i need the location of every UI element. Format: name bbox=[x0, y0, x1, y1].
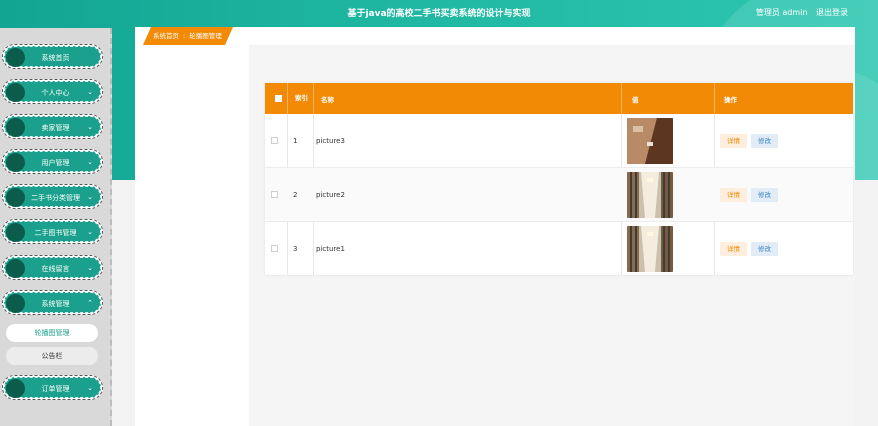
row-index: 2 bbox=[293, 190, 298, 199]
user-label: 管理员 admin bbox=[755, 8, 808, 17]
row-name: picture3 bbox=[316, 136, 345, 145]
sidebar: 系统首页 个人中心 ⌄ 卖家管理 ⌄ 用户管理 ⌄ 二手书分类管理 ⌄ 二手图书… bbox=[0, 28, 112, 426]
sidebar-item-label: 二手图书管理 bbox=[34, 229, 77, 237]
row-checkbox-cell bbox=[271, 222, 278, 275]
sidebar-item-label: 系统首页 bbox=[41, 54, 70, 62]
circle-icon bbox=[6, 259, 25, 278]
row-checkbox[interactable] bbox=[271, 245, 278, 252]
hallway-photo-icon[interactable] bbox=[627, 225, 673, 272]
table-row: 2 picture2 详情 修改 bbox=[265, 168, 853, 222]
sidebar-item-messages[interactable]: 在线留言 ⌄ bbox=[2, 255, 103, 280]
sidebar-subitem-notice[interactable]: 公告栏 bbox=[6, 347, 98, 365]
breadcrumb: 系统首页: 轮播图管理 bbox=[143, 27, 233, 45]
circle-icon bbox=[6, 153, 25, 172]
table-row: 3 picture1 详情 修改 bbox=[265, 222, 853, 276]
chevron-down-icon: ⌄ bbox=[87, 158, 93, 166]
circle-icon bbox=[6, 294, 25, 313]
room-photo-icon[interactable] bbox=[627, 117, 673, 164]
column-header-value: 值 bbox=[632, 95, 639, 104]
hallway-photo-icon[interactable] bbox=[627, 171, 673, 218]
column-header-actions: 操作 bbox=[724, 95, 737, 104]
circle-icon bbox=[6, 379, 25, 398]
column-divider bbox=[313, 83, 314, 114]
row-index: 3 bbox=[293, 244, 298, 253]
chevron-down-icon: ⌄ bbox=[87, 228, 93, 236]
circle-icon bbox=[6, 83, 25, 102]
row-image-cell bbox=[627, 168, 673, 221]
menu-pill: 二手图书管理 ⌄ bbox=[4, 221, 101, 242]
column-header-name: 名称 bbox=[321, 95, 334, 104]
row-name: picture2 bbox=[316, 190, 345, 199]
menu-pill: 个人中心 ⌄ bbox=[4, 81, 101, 102]
circle-icon bbox=[6, 223, 25, 242]
detail-button[interactable]: 详情 bbox=[720, 241, 747, 256]
table-header: 索引 名称 值 操作 bbox=[265, 83, 853, 114]
row-image-cell bbox=[627, 222, 673, 275]
column-divider bbox=[621, 83, 622, 114]
row-checkbox-cell bbox=[271, 114, 278, 167]
column-header-index: 索引 bbox=[295, 94, 308, 102]
sidebar-subitem-carousel[interactable]: 轮播图管理 bbox=[6, 324, 98, 342]
breadcrumb-current: 轮播图管理 bbox=[189, 32, 222, 40]
row-image-cell bbox=[627, 114, 673, 167]
carousel-table: 索引 名称 值 操作 1 picture3 详情 修改 2 picture2 详… bbox=[265, 83, 853, 276]
breadcrumb-separator: : bbox=[183, 32, 186, 40]
menu-pill: 二手书分类管理 ⌄ bbox=[4, 186, 101, 207]
user-info: 管理员 admin 退出登录 bbox=[750, 7, 848, 18]
logout-link[interactable]: 退出登录 bbox=[816, 8, 848, 17]
edit-button[interactable]: 修改 bbox=[751, 133, 778, 148]
detail-button[interactable]: 详情 bbox=[720, 187, 747, 202]
menu-pill: 卖家管理 ⌄ bbox=[4, 116, 101, 137]
row-actions: 详情 修改 bbox=[720, 168, 782, 221]
row-index: 1 bbox=[293, 136, 298, 145]
menu-pill: 系统首页 bbox=[4, 46, 101, 67]
sidebar-item-books[interactable]: 二手图书管理 ⌄ bbox=[2, 219, 103, 244]
chevron-down-icon: ⌄ bbox=[87, 384, 93, 392]
menu-pill: 订单管理 ⌄ bbox=[4, 377, 101, 398]
edit-button[interactable]: 修改 bbox=[751, 241, 778, 256]
breadcrumb-home[interactable]: 系统首页 bbox=[153, 32, 179, 40]
column-divider bbox=[287, 83, 288, 114]
row-checkbox[interactable] bbox=[271, 137, 278, 144]
detail-button[interactable]: 详情 bbox=[720, 133, 747, 148]
row-actions: 详情 修改 bbox=[720, 222, 782, 275]
menu-pill: 用户管理 ⌄ bbox=[4, 151, 101, 172]
row-checkbox[interactable] bbox=[271, 191, 278, 198]
sidebar-item-sellers[interactable]: 卖家管理 ⌄ bbox=[2, 114, 103, 139]
chevron-down-icon: ⌄ bbox=[87, 193, 93, 201]
sidebar-item-label: 用户管理 bbox=[41, 159, 70, 167]
sidebar-item-label: 在线留言 bbox=[41, 265, 70, 273]
chevron-down-icon: ⌄ bbox=[87, 264, 93, 272]
chevron-up-icon: ⌃ bbox=[87, 299, 93, 307]
menu-pill: 在线留言 ⌄ bbox=[4, 257, 101, 278]
edit-button[interactable]: 修改 bbox=[751, 187, 778, 202]
select-all-checkbox[interactable] bbox=[275, 95, 282, 102]
sidebar-item-users[interactable]: 用户管理 ⌄ bbox=[2, 149, 103, 174]
sidebar-item-label: 二手书分类管理 bbox=[31, 194, 80, 202]
chevron-down-icon: ⌄ bbox=[87, 123, 93, 131]
sidebar-item-profile[interactable]: 个人中心 ⌄ bbox=[2, 79, 103, 104]
select-all-cell bbox=[275, 83, 285, 114]
circle-icon bbox=[6, 48, 25, 67]
column-divider bbox=[714, 83, 715, 114]
sidebar-item-label: 系统管理 bbox=[41, 300, 70, 308]
sidebar-item-label: 订单管理 bbox=[41, 385, 70, 393]
sidebar-item-orders[interactable]: 订单管理 ⌄ bbox=[2, 375, 103, 400]
site-title: 基于java的高校二手书买卖系统的设计与实现 bbox=[347, 9, 531, 19]
sidebar-item-label: 卖家管理 bbox=[41, 124, 70, 132]
sidebar-item-label: 个人中心 bbox=[41, 89, 70, 97]
sidebar-item-categories[interactable]: 二手书分类管理 ⌄ bbox=[2, 184, 103, 209]
circle-icon bbox=[6, 118, 25, 137]
sidebar-item-system[interactable]: 系统管理 ⌃ bbox=[2, 290, 103, 315]
menu-pill: 系统管理 ⌃ bbox=[4, 292, 101, 313]
sidebar-item-home[interactable]: 系统首页 bbox=[2, 44, 103, 69]
row-actions: 详情 修改 bbox=[720, 114, 782, 167]
row-checkbox-cell bbox=[271, 168, 278, 221]
circle-icon bbox=[6, 188, 25, 207]
chevron-down-icon: ⌄ bbox=[87, 88, 93, 96]
table-row: 1 picture3 详情 修改 bbox=[265, 114, 853, 168]
row-name: picture1 bbox=[316, 244, 345, 253]
